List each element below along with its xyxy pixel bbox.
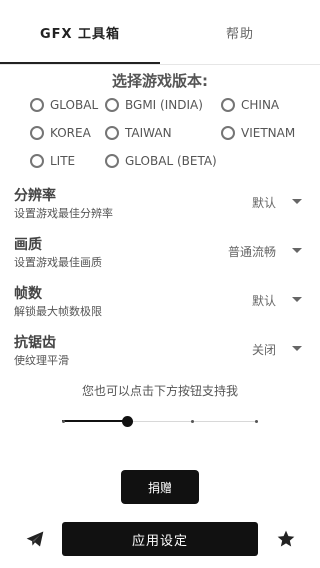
setting-fps-label: 帧数 [14,286,42,302]
radio-circle-icon [30,154,44,168]
setting-fps-description: 解锁最大帧数极限 [14,305,102,318]
radio-lite[interactable]: LITE [30,151,75,171]
radio-circle-icon [30,98,44,112]
fps-select-value[interactable]: 默认 [252,292,276,309]
slider-tick [62,420,65,423]
chevron-down-icon[interactable] [292,248,302,253]
radio-taiwan[interactable]: TAIWAN [105,123,172,143]
telegram-icon[interactable] [25,529,45,549]
version-section-title: 选择游戏版本: [112,72,208,90]
radio-circle-icon [221,126,235,140]
radio-label: LITE [50,154,76,168]
radio-circle-icon [105,154,119,168]
chevron-down-icon[interactable] [292,199,302,204]
tab-help[interactable]: 帮助 [160,0,320,64]
chevron-down-icon[interactable] [292,297,302,302]
apply-settings-button[interactable]: 应用设定 [62,522,258,556]
radio-china[interactable]: CHINA [221,95,279,115]
radio-label: GLOBAL (BETA) [125,154,217,168]
tab-divider [0,64,320,65]
radio-label: CHINA [241,98,280,112]
antialiasing-select-value[interactable]: 关闭 [252,341,276,358]
slider-thumb[interactable] [121,416,133,427]
radio-bgmi-india[interactable]: BGMI (INDIA) [105,95,203,115]
slider-tick [191,420,194,423]
radio-circle-icon [105,126,119,140]
radio-label: TAIWAN [125,126,172,140]
tab-bar: GFX 工具箱 帮助 [0,0,320,64]
radio-circle-icon [221,98,235,112]
support-slider[interactable] [62,412,258,432]
star-icon[interactable] [276,529,296,549]
radio-korea[interactable]: KOREA [30,123,91,143]
setting-antialiasing-label: 抗锯齿 [14,335,56,351]
setting-antialiasing-description: 使纹理平滑 [14,354,69,367]
radio-global[interactable]: GLOBAL [30,95,98,115]
setting-graphics-description: 设置游戏最佳画质 [14,256,102,269]
tab-gfx-toolbox[interactable]: GFX 工具箱 [0,0,160,64]
donate-button[interactable]: 捐赠 [121,470,199,504]
radio-label: BGMI (INDIA) [125,98,203,112]
radio-label: KOREA [50,126,91,140]
chevron-down-icon[interactable] [292,346,302,351]
slider-tick [255,420,258,423]
radio-label: VIETNAM [241,126,296,140]
radio-circle-icon [30,126,44,140]
setting-graphics-label: 画质 [14,237,42,253]
graphics-select-value[interactable]: 普通流畅 [228,243,276,260]
slider-fill [62,420,127,422]
radio-label: GLOBAL [50,98,99,112]
support-text: 您也可以点击下方按钮支持我 [81,384,238,398]
setting-resolution-description: 设置游戏最佳分辨率 [14,207,113,220]
radio-global-beta[interactable]: GLOBAL (BETA) [105,151,217,171]
resolution-select-value[interactable]: 默认 [252,194,276,211]
setting-resolution-label: 分辨率 [14,188,56,204]
radio-vietnam[interactable]: VIETNAM [221,123,295,143]
radio-circle-icon [105,98,119,112]
